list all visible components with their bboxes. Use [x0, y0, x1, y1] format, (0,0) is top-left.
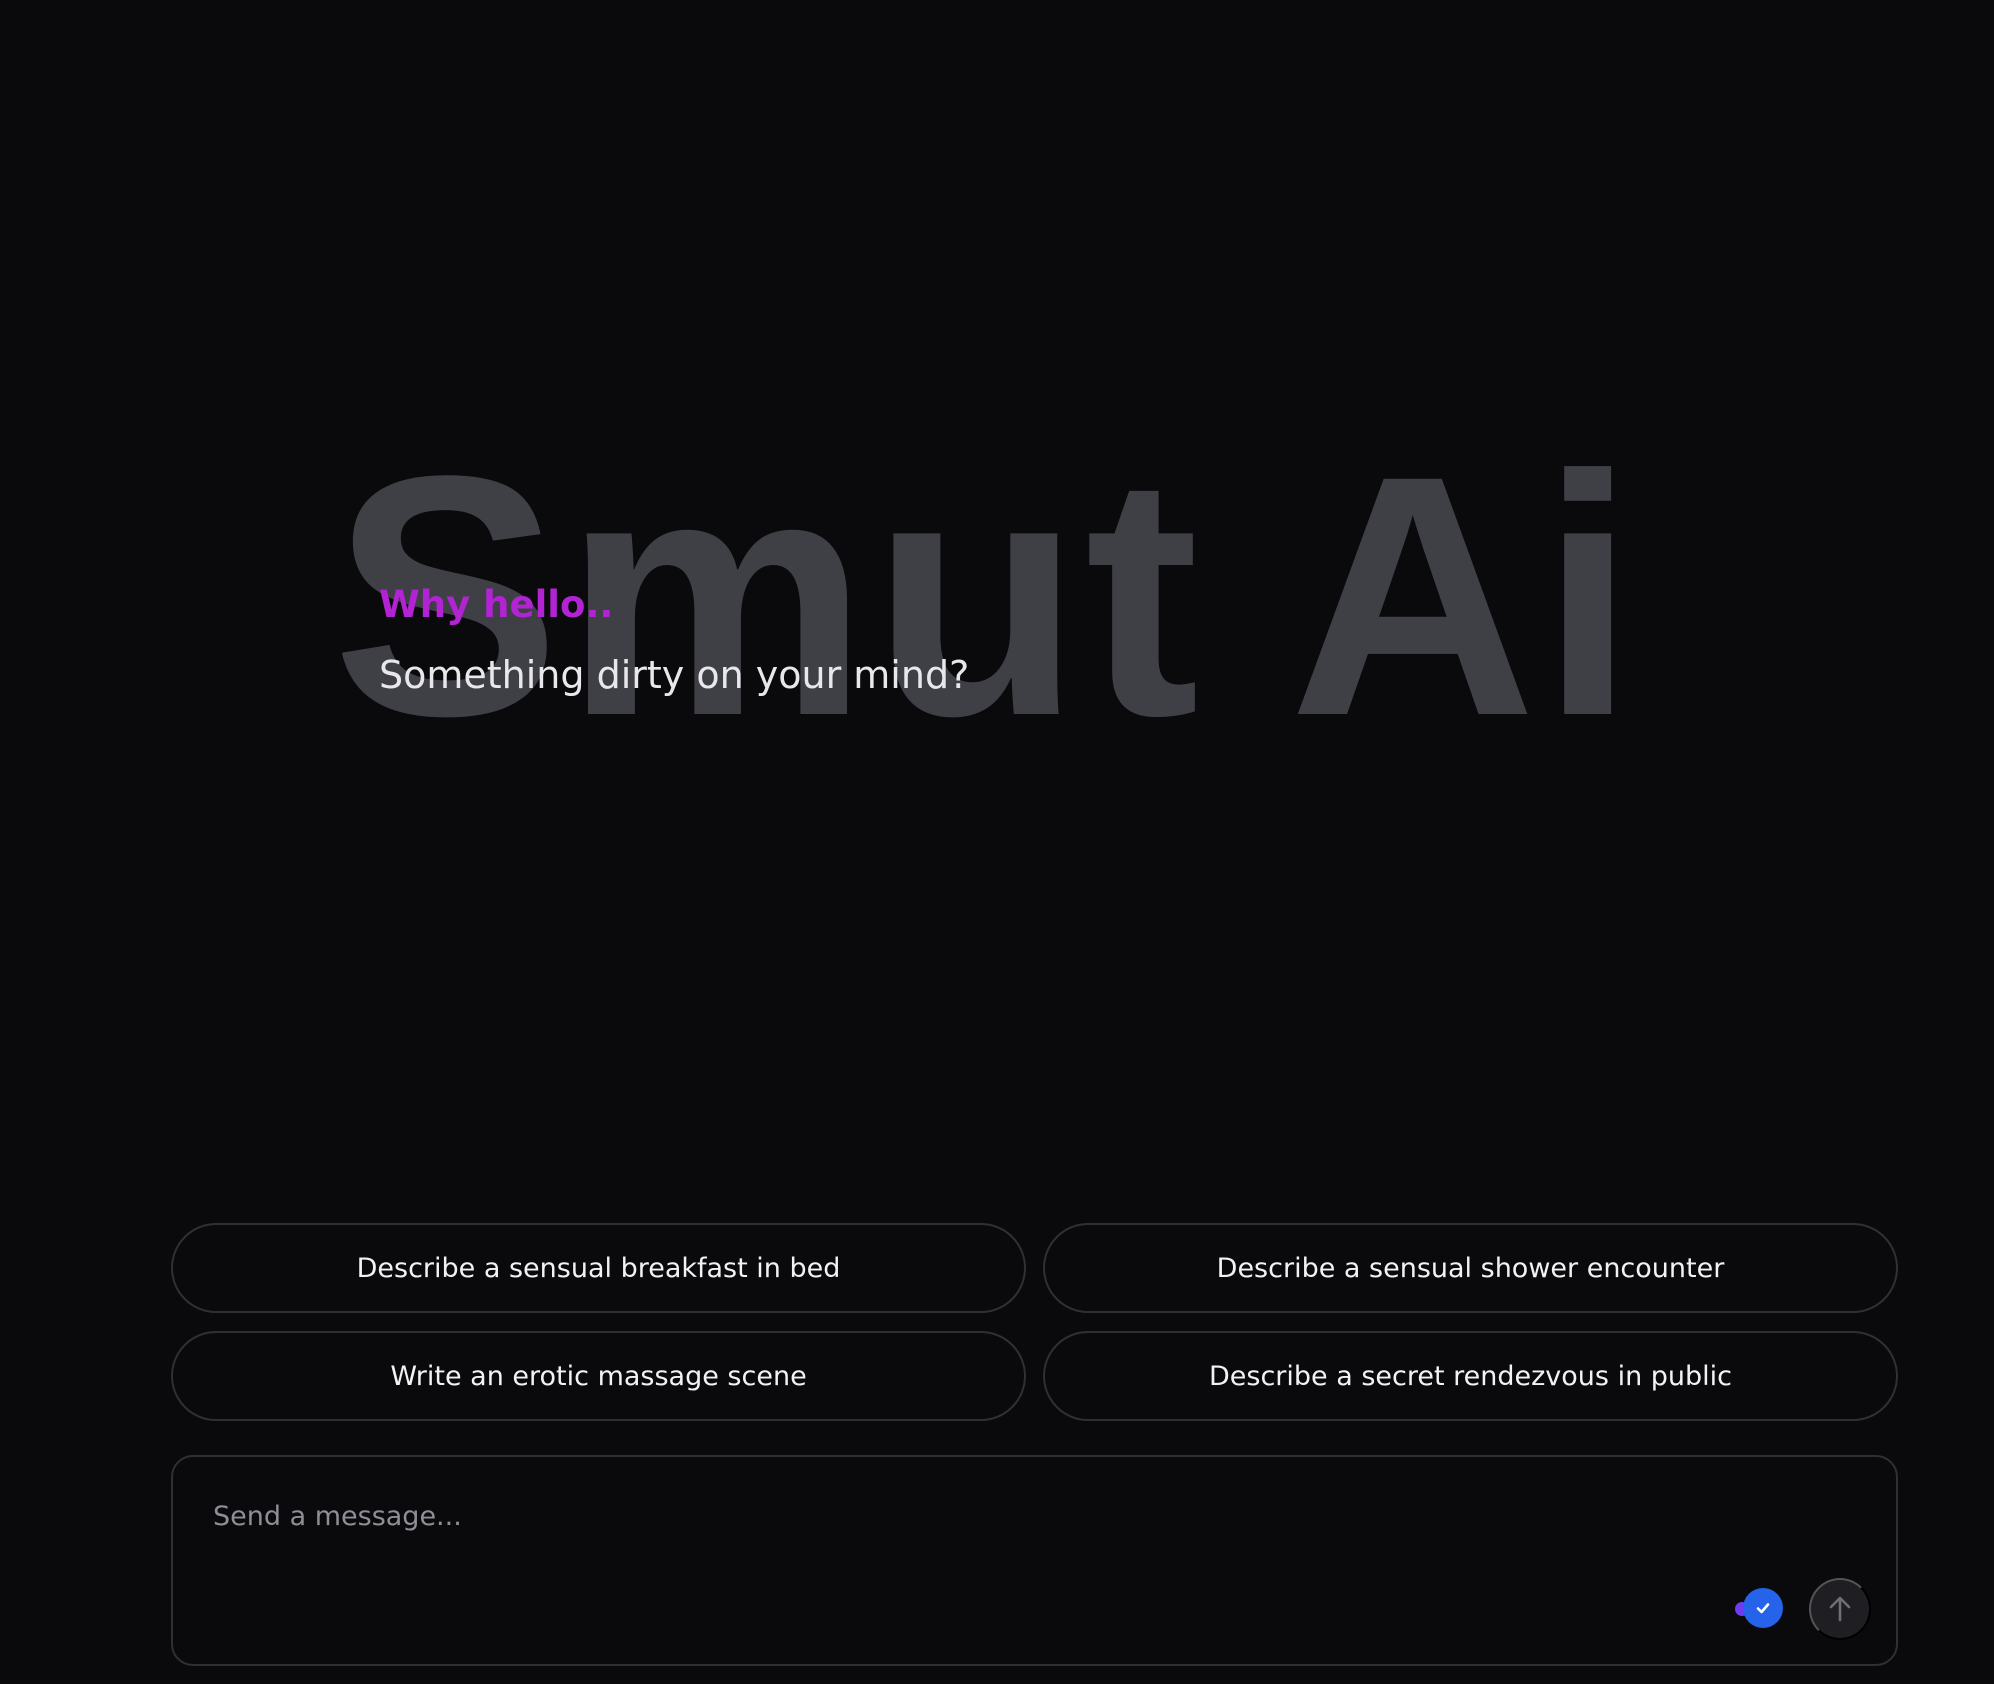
subtitle-text: Something dirty on your mind? [379, 653, 970, 697]
check-icon [1743, 1588, 1783, 1628]
suggestion-grid: Describe a sensual breakfast in bed Desc… [171, 1223, 1898, 1421]
check-icon-glyph [1756, 1603, 1770, 1614]
mode-toggle[interactable] [1735, 1588, 1785, 1630]
suggestion-secret-rendezvous[interactable]: Describe a secret rendezvous in public [1043, 1331, 1898, 1421]
arrow-up-icon [1829, 1596, 1851, 1622]
greeting-text: Why hello.. [379, 583, 614, 626]
suggestion-shower-encounter[interactable]: Describe a sensual shower encounter [1043, 1223, 1898, 1313]
suggestion-massage-scene[interactable]: Write an erotic massage scene [171, 1331, 1026, 1421]
message-input[interactable] [213, 1481, 1713, 1551]
suggestion-breakfast-in-bed[interactable]: Describe a sensual breakfast in bed [171, 1223, 1026, 1313]
send-button[interactable] [1809, 1578, 1871, 1640]
message-composer [171, 1455, 1898, 1666]
